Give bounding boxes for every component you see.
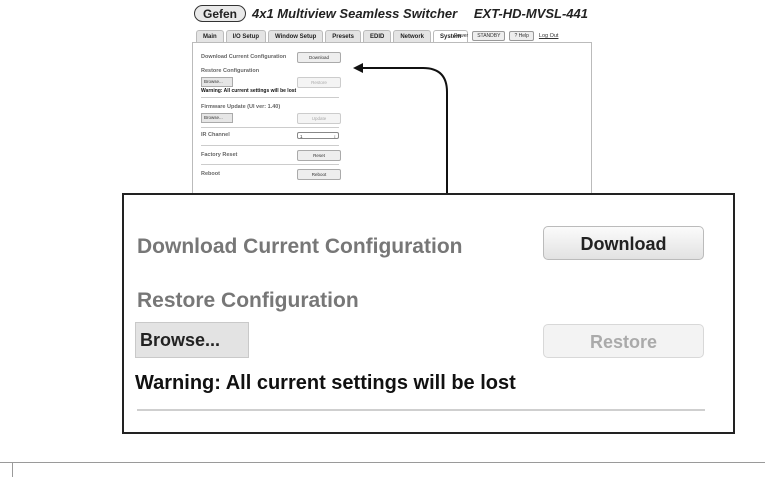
arrow-line (353, 63, 448, 194)
divider (137, 409, 705, 411)
download-config-label: Download Current Configuration (137, 235, 463, 258)
download-button[interactable]: Download (543, 226, 704, 260)
page-margin-line (12, 463, 13, 477)
browse-button[interactable]: Browse... (135, 322, 249, 358)
zoom-callout: Download Current Configuration Download … (122, 193, 735, 434)
page-bottom-rule (0, 462, 765, 477)
warning-text: Warning: All current settings will be lo… (135, 372, 516, 394)
restore-config-label: Restore Configuration (137, 289, 359, 312)
restore-button[interactable]: Restore (543, 324, 704, 358)
